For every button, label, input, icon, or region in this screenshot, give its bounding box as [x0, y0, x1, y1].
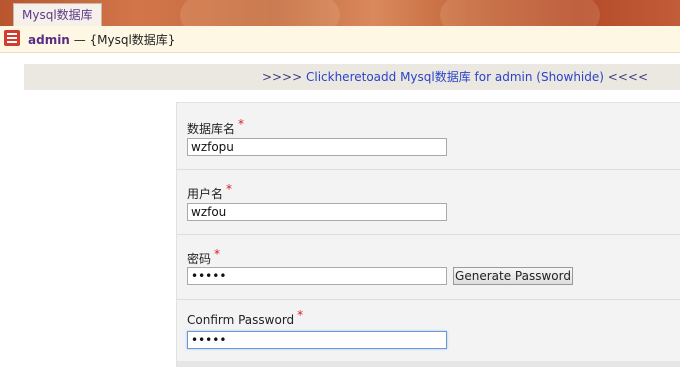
password-input[interactable] — [187, 267, 447, 285]
tab-mysql[interactable]: Mysql数据库 — [13, 3, 102, 26]
page-title: admin — {Mysql数据库} — [28, 31, 175, 48]
title-bar: admin — {Mysql数据库} — [0, 26, 680, 53]
username-input[interactable] — [187, 203, 447, 221]
arrows-left: >>>> — [261, 70, 303, 84]
form-footer-strip — [177, 361, 680, 367]
required-marker: * — [226, 182, 233, 196]
arrows-right: <<<< — [607, 70, 648, 84]
banner-decoration — [440, 0, 600, 26]
form-row-username: 用户名 * — [177, 169, 680, 235]
title-separator: — — [73, 33, 86, 47]
title-text: {Mysql数据库} — [89, 33, 176, 47]
confirm-password-input[interactable] — [187, 331, 447, 349]
database-name-input[interactable] — [187, 138, 447, 156]
top-banner: Mysql数据库 — [0, 0, 680, 26]
add-database-form: 数据库名* 用户名* 密码* Generate Password Confirm… — [176, 102, 680, 367]
required-marker: * — [297, 308, 304, 322]
form-row-database-name: 数据库名 * — [177, 103, 680, 170]
database-name-label: 数据库名 * — [187, 117, 245, 136]
required-marker: * — [238, 117, 245, 131]
required-marker: * — [214, 247, 221, 261]
form-row-password: 密码* Generate Password — [177, 234, 680, 300]
add-database-bar: >>>> Clickheretoadd Mysql数据库 for admin (… — [24, 64, 680, 90]
generate-password-button[interactable]: Generate Password — [453, 267, 573, 285]
add-database-link[interactable]: Clickheretoadd Mysql数据库 for admin (Showh… — [306, 70, 604, 84]
password-label: 密码 * — [187, 247, 221, 266]
form-row-confirm-password: Confirm Password * — [177, 299, 680, 361]
username: admin — [28, 33, 70, 47]
username-label: 用户名 * — [187, 182, 233, 201]
banner-decoration — [180, 0, 340, 26]
app-menu-icon[interactable] — [4, 30, 20, 46]
confirm-password-label: Confirm Password * — [187, 308, 304, 327]
